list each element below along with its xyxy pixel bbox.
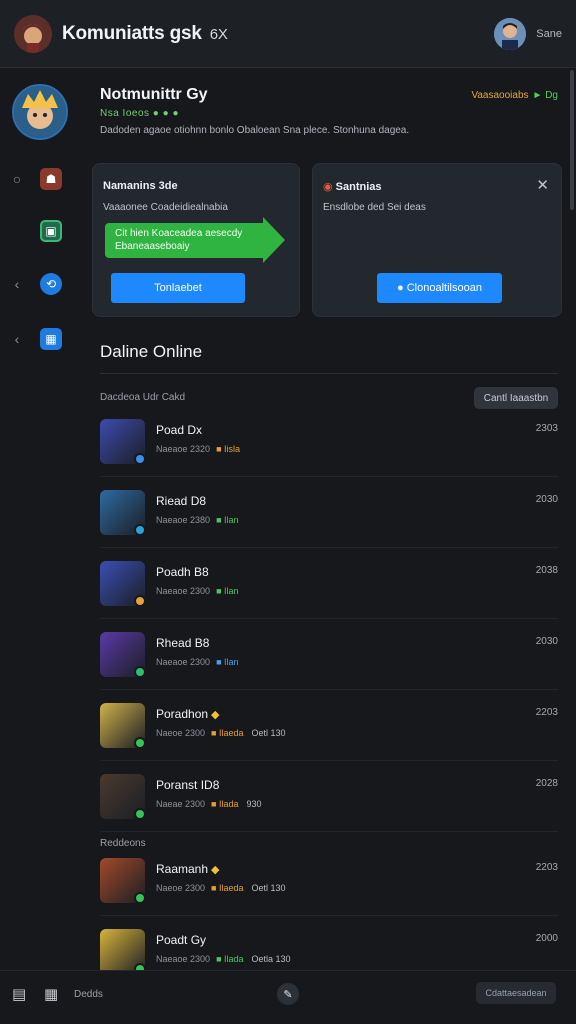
user-name[interactable]: Sane — [536, 28, 562, 40]
compose-button[interactable]: ✎ — [277, 983, 299, 1005]
profile-status: Vaasaooiabs ► Dg — [471, 90, 558, 101]
player-name: Rhead B8 — [156, 636, 210, 650]
rail-item-4[interactable]: ‹ ▦ — [0, 324, 82, 354]
profile-name: Notmunittr Gy — [100, 86, 208, 103]
bottom-label: Dedds — [74, 989, 103, 1000]
player-name: Poadt Gy — [156, 933, 207, 947]
main-content: Notmunittr Gy Nsa Ioeos ● ● ● Vaasaooiab… — [82, 68, 576, 987]
circle-icon: ○ — [12, 171, 22, 187]
player-time: 2203 — [535, 707, 558, 718]
settings-card-title: ◉ Santnias — [323, 181, 382, 193]
invite-card: Namanins 3de Vaaaonee Coadeidiealnabia C… — [92, 163, 300, 317]
top-bar: Komuniatts gsk 6X Sane — [0, 0, 576, 68]
bottom-right-button[interactable]: Cdattaesadean — [476, 982, 556, 1004]
player-row[interactable]: Poradhon ◆ Naeoe 2300 ■ Ilaeda Oetl 130 2203 — [100, 691, 558, 761]
player-time: 2303 — [535, 423, 558, 434]
player-meta: Naeaoe 2300 ■ Ilada Oetla 130 — [156, 954, 291, 964]
player-time: 2203 — [535, 862, 558, 873]
status-badge-icon — [134, 666, 146, 678]
bottom-bar: ▤ ▦ Dedds ✎ Cdattaesadean — [0, 970, 576, 1024]
callout-arrow-icon — [263, 217, 285, 263]
player-name: Poradhon ◆ — [156, 707, 220, 721]
screen-icon: ▣ — [40, 220, 62, 242]
player-name: Poadh B8 — [156, 565, 209, 579]
calendar-icon: ▦ — [40, 328, 62, 350]
player-time: 2028 — [535, 778, 558, 789]
player-meta: Naeoe 2300 ■ Ilaeda Oetl 130 — [156, 883, 286, 893]
invite-callout: Cit hien Koaceadea aesecdy Ebaneaaseboai… — [105, 223, 263, 258]
grid-icon[interactable]: ▦ — [44, 985, 58, 1003]
player-time: 2038 — [535, 565, 558, 576]
player-row[interactable]: Raamanh ◆ Naeoe 2300 ■ Ilaeda Oetl 130 2203 — [100, 846, 558, 916]
settings-card-description: Ensdlobe ded Sei deas — [323, 202, 426, 213]
alert-icon: ◉ — [323, 181, 336, 193]
app-title: Komuniatts gsk 6X — [62, 22, 228, 44]
invite-card-title: Namanins 3de — [103, 180, 178, 192]
invite-card-description: Vaaaonee Coadeidiealnabia — [103, 202, 228, 213]
rail-item-1[interactable]: ○ ☗ — [0, 164, 82, 194]
player-row[interactable]: Poranst ID8 Naeae 2300 ■ Ilada 930 2028 — [100, 762, 558, 832]
player-meta: Naeaoe 2320 ■ Iisla — [156, 444, 241, 454]
player-name: Poad Dx — [156, 423, 203, 437]
user-avatar[interactable] — [494, 17, 527, 50]
status-badge-icon — [134, 524, 146, 536]
filter-button[interactable]: Cantl Iaaastbn — [474, 387, 558, 409]
profile-description: Dadoden agaoe otiohnn bonlo Obaloean Sna… — [100, 125, 410, 136]
player-row[interactable]: Poadh B8 Naeaoe 2300 ■ Ilan 2038 — [100, 549, 558, 619]
player-meta: Naeoe 2300 ■ Ilaeda Oetl 130 — [156, 728, 286, 738]
chevron-left-icon: ‹ — [14, 331, 20, 347]
profile-avatar[interactable] — [12, 84, 68, 140]
rail-item-2[interactable]: ▣ — [0, 216, 82, 246]
player-time: 2000 — [535, 933, 558, 944]
panel-icon[interactable]: ▤ — [12, 985, 26, 1003]
status-badge-icon — [134, 453, 146, 465]
left-rail: ○ ☗ ▣ ‹ ⟲ ‹ ▦ — [0, 68, 82, 970]
status-badge-icon — [134, 808, 146, 820]
online-section-title: Daline Online — [100, 342, 203, 361]
player-meta: Naeaoe 2300 ■ Ilan — [156, 657, 239, 667]
connect-button[interactable]: ● Clonoaltilsooan — [377, 273, 502, 303]
status-badge-icon — [134, 892, 146, 904]
status-badge-icon — [134, 595, 146, 607]
player-name: Poranst ID8 — [156, 778, 220, 792]
player-meta: Naeaoe 2300 ■ Ilan — [156, 586, 239, 596]
invite-button[interactable]: Tonlaebet — [111, 273, 245, 303]
chevron-left-icon: ‹ — [14, 276, 20, 292]
player-time: 2030 — [535, 494, 558, 505]
profile-subtitle: Nsa Ioeos ● ● ● — [100, 108, 179, 119]
pencil-icon: ✎ — [283, 988, 293, 1001]
close-icon[interactable]: ✕ — [536, 176, 549, 194]
status-badge-icon — [134, 737, 146, 749]
rail-item-3[interactable]: ‹ ⟲ — [0, 269, 82, 299]
swap-icon: ⟲ — [40, 273, 62, 295]
game-icon: ☗ — [40, 168, 62, 190]
settings-card: ◉ Santnias ✕ Ensdlobe ded Sei deas ● Clo… — [312, 163, 562, 317]
player-meta: Naeaoe 2380 ■ Ilan — [156, 515, 239, 525]
player-time: 2030 — [535, 636, 558, 647]
player-name: Riead D8 — [156, 494, 207, 508]
player-meta: Naeae 2300 ■ Ilada 930 — [156, 799, 262, 809]
divider — [100, 373, 558, 374]
scrollbar[interactable] — [570, 70, 574, 210]
online-subheader: Dacdeoa Udr Cakd — [100, 392, 186, 403]
player-row[interactable]: Poad Dx Naeaoe 2320 ■ Iisla 2303 — [100, 407, 558, 477]
player-name: Raamanh ◆ — [156, 862, 220, 876]
app-avatar[interactable] — [14, 14, 52, 53]
player-row[interactable]: Riead D8 Naeaoe 2380 ■ Ilan 2030 — [100, 478, 558, 548]
player-row[interactable]: Rhead B8 Naeaoe 2300 ■ Ilan 2030 — [100, 620, 558, 690]
